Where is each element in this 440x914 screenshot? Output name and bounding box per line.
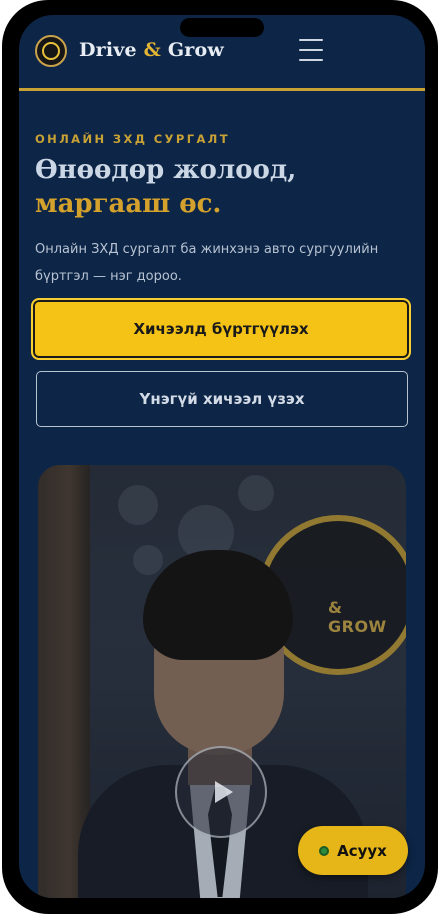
- phone-frame: Drive & Grow ОНЛАЙН ЗХД СУРГАЛТ Өнөөдөр …: [2, 0, 438, 914]
- free-lesson-button[interactable]: Үнэгүй хичээл үзэх: [36, 371, 408, 427]
- online-status-icon: [319, 845, 330, 856]
- hero-title: Өнөөдөр жолоод, маргааш өс.: [35, 153, 296, 221]
- hero-eyebrow: ОНЛАЙН ЗХД СУРГАЛТ: [35, 132, 230, 146]
- phone-notch: [180, 18, 264, 37]
- brand-ampersand: &: [143, 39, 162, 61]
- header-divider: [19, 88, 425, 91]
- drive-grow-logo-icon[interactable]: [35, 35, 67, 67]
- brand-name[interactable]: Drive & Grow: [79, 39, 224, 61]
- menu-bar-bottom: [299, 59, 323, 61]
- hamburger-menu-icon[interactable]: [299, 39, 323, 61]
- play-icon: [214, 781, 233, 803]
- logo-ring: [42, 42, 60, 60]
- menu-bar-middle: [299, 49, 323, 51]
- play-button[interactable]: [175, 746, 267, 838]
- hero-title-line1: Өнөөдөр жолоод,: [35, 155, 297, 185]
- hero-description: Онлайн ЗХД сургалт ба жинхэнэ авто сургу…: [35, 242, 379, 284]
- screen: Drive & Grow ОНЛАЙН ЗХД СУРГАЛТ Өнөөдөр …: [19, 15, 425, 898]
- register-button[interactable]: Хичээлд бүртгүүлэх: [31, 298, 411, 360]
- menu-bar-top: [299, 39, 323, 41]
- ask-chat-button[interactable]: Асуух: [298, 826, 408, 875]
- brand-part1: Drive: [79, 39, 137, 61]
- hero-title-line2: маргааш өс.: [35, 189, 222, 219]
- ask-label: Асуух: [337, 841, 387, 860]
- brand-part2: Grow: [167, 39, 224, 61]
